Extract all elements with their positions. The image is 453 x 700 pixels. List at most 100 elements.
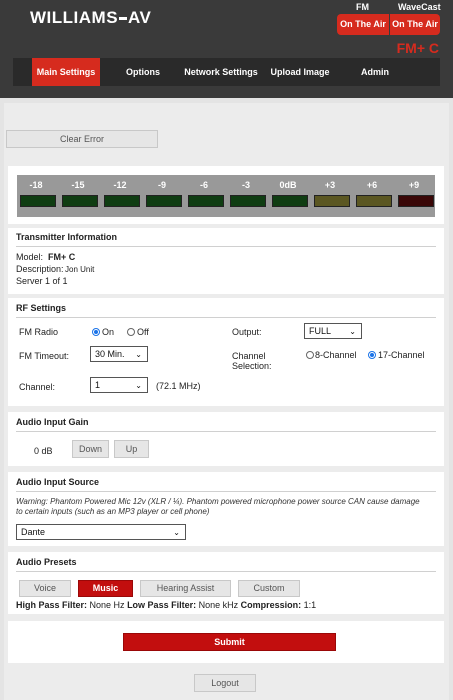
transmitter-info-card: Transmitter Information Model: FM+ C Des…	[8, 228, 444, 294]
meter-label: -9	[157, 180, 166, 190]
fm-timeout-select[interactable]: 30 Min. ⌄	[90, 346, 148, 362]
channel-selection-label-line1: Channel	[232, 351, 266, 361]
model-value: FM+ C	[48, 252, 76, 262]
channel-17-label: 17-Channel	[378, 350, 425, 360]
high-pass-label: High Pass Filter:	[16, 600, 88, 610]
clear-error-button[interactable]: Clear Error	[6, 130, 158, 148]
meter-segment	[356, 195, 392, 207]
fm-radio-on-radio[interactable]	[92, 328, 100, 336]
channel-value: 1	[95, 380, 101, 390]
gain-value: 0 dB	[34, 446, 53, 456]
audio-source-card: Audio Input Source Warning: Phantom Powe…	[8, 472, 444, 546]
header: WILLIAMS AV FM WaveCast On The Air On The…	[0, 0, 453, 98]
output-label: Output:	[232, 327, 262, 337]
main-nav: Main Settings Options Network Settings U…	[13, 58, 440, 86]
server-text: Server 1 of 1	[16, 276, 68, 286]
divider	[16, 317, 436, 318]
divider	[16, 431, 436, 432]
rf-settings-card: RF Settings FM Radio On Off FM Timeout: …	[8, 298, 444, 406]
brand-text-right: AV	[128, 8, 152, 27]
channel-select[interactable]: 1 ⌄	[90, 377, 148, 393]
audio-gain-title: Audio Input Gain	[16, 417, 89, 427]
fm-radio-off-label: Off	[137, 327, 149, 337]
fm-timeout-value: 30 Min.	[95, 349, 125, 359]
meter-label: -15	[71, 180, 85, 190]
fm-radio-off-radio[interactable]	[127, 328, 135, 336]
submit-button[interactable]: Submit	[123, 633, 336, 651]
chevron-down-icon: ⌄	[173, 528, 180, 537]
output-select[interactable]: FULL ⌄	[304, 323, 362, 339]
meter-segment	[20, 195, 56, 207]
divider	[16, 571, 436, 572]
divider	[16, 246, 436, 247]
fm-timeout-label: FM Timeout:	[19, 351, 70, 361]
meter-segment	[272, 195, 308, 207]
model-tag: FM+ C	[396, 40, 439, 56]
compression-value: 1:1	[303, 600, 317, 610]
meter-segment	[146, 195, 182, 207]
logout-button[interactable]: Logout	[194, 674, 256, 692]
meter-segment	[398, 195, 434, 207]
meter-segment	[230, 195, 266, 207]
audio-presets-title: Audio Presets	[16, 557, 77, 567]
tab-upload-image[interactable]: Upload Image	[267, 58, 333, 86]
model-label: Model:	[16, 252, 44, 262]
logo-bar	[119, 17, 128, 21]
channel-17-radio[interactable]	[368, 351, 376, 359]
audio-level-meter: -18 -15 -12 -9 -6 -3 0dB +3 +6 +9	[17, 175, 435, 217]
audio-presets-card: Audio Presets Voice Music Hearing Assist…	[8, 552, 444, 614]
tab-admin[interactable]: Admin	[351, 58, 399, 86]
channel-label: Channel:	[19, 382, 56, 392]
channel-frequency: (72.1 MHz)	[156, 381, 201, 391]
meter-segment	[62, 195, 98, 207]
channel-8-radio[interactable]	[306, 351, 314, 359]
meter-label: -18	[29, 180, 43, 190]
gain-down-button[interactable]: Down	[72, 440, 109, 458]
audio-source-value: Dante	[21, 527, 46, 537]
meter-segment	[314, 195, 350, 207]
preset-hearing-assist-button[interactable]: Hearing Assist	[140, 580, 231, 597]
meter-label: -6	[199, 180, 208, 190]
meter-label: +9	[408, 180, 420, 190]
channel-8-label: 8-Channel	[315, 350, 357, 360]
audio-gain-card: Audio Input Gain 0 dB Down Up	[8, 412, 444, 466]
fm-on-air-badge: On The Air	[337, 14, 389, 35]
brand-logo: WILLIAMS AV	[30, 8, 151, 28]
channel-selection-label-line2: Selection:	[232, 361, 272, 371]
chevron-down-icon: ⌄	[135, 381, 142, 390]
chevron-down-icon: ⌄	[349, 327, 356, 336]
preset-custom-button[interactable]: Custom	[238, 580, 300, 597]
high-pass-value: None Hz	[89, 600, 125, 610]
fm-radio-on-label: On	[102, 327, 115, 337]
preset-voice-button[interactable]: Voice	[19, 580, 71, 597]
wavecast-on-air-badge: On The Air	[390, 14, 440, 35]
tab-network-settings[interactable]: Network Settings	[183, 58, 259, 86]
meter-label: 0dB	[279, 180, 297, 190]
description-value: Jon Unit	[65, 265, 95, 274]
divider	[16, 491, 436, 492]
meter-segment	[188, 195, 224, 207]
meter-label: +6	[366, 180, 378, 190]
compression-label: Compression:	[240, 600, 302, 610]
audio-source-title: Audio Input Source	[16, 477, 99, 487]
gain-up-button[interactable]: Up	[114, 440, 149, 458]
fm-radio-label: FM Radio	[19, 327, 59, 337]
meter-label: +3	[324, 180, 336, 190]
low-pass-label: Low Pass Filter:	[127, 600, 197, 610]
tab-options[interactable]: Options	[119, 58, 167, 86]
description-label: Description:	[16, 264, 64, 274]
brand-text-left: WILLIAMS	[30, 8, 119, 27]
phantom-warning-line2: to certain inputs (such as an MP3 player…	[16, 507, 210, 516]
fm-label: FM	[356, 2, 369, 12]
filter-summary: High Pass Filter: None Hz Low Pass Filte…	[16, 600, 316, 610]
chevron-down-icon: ⌄	[135, 350, 142, 359]
low-pass-value: None kHz	[198, 600, 239, 610]
transmitter-info-title: Transmitter Information	[16, 232, 118, 242]
phantom-warning-line1: Warning: Phantom Powered Mic 12v (XLR / …	[16, 497, 420, 506]
wavecast-label: WaveCast	[398, 2, 441, 12]
tab-main-settings[interactable]: Main Settings	[32, 58, 100, 86]
output-value: FULL	[309, 326, 332, 336]
preset-music-button[interactable]: Music	[78, 580, 133, 597]
meter-segment	[104, 195, 140, 207]
audio-source-select[interactable]: Dante ⌄	[16, 524, 186, 540]
